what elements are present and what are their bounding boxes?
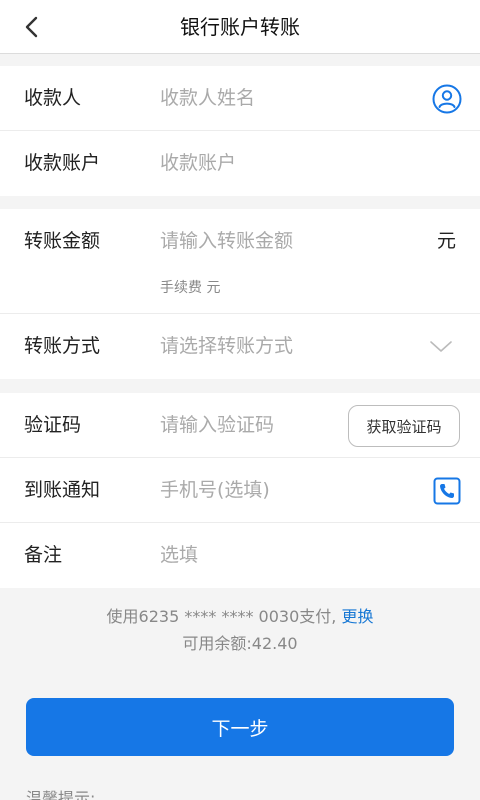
method-label: 转账方式 — [24, 335, 101, 357]
change-card-link[interactable]: 更换 — [341, 607, 373, 626]
page-title: 银行账户转账 — [180, 15, 300, 39]
verify-group: 验证码 获取验证码 到账通知 备注 — [0, 393, 480, 588]
method-select[interactable] — [160, 330, 410, 362]
payee-group: 收款人 收款账户 — [0, 66, 480, 196]
next-step-button[interactable]: 下一步 — [26, 698, 454, 756]
account-input[interactable] — [160, 147, 410, 179]
amount-input[interactable] — [160, 225, 410, 257]
phone-contact-button[interactable] — [432, 476, 462, 506]
account-label: 收款账户 — [24, 152, 101, 174]
remark-row: 备注 — [0, 523, 480, 588]
amount-group: 转账金额 元 手续费 元 转账方式 — [0, 209, 480, 379]
method-dropdown[interactable] — [426, 332, 456, 362]
notify-label: 到账通知 — [24, 479, 101, 501]
contact-button[interactable] — [432, 84, 462, 114]
amount-label: 转账金额 — [24, 230, 101, 252]
code-row: 验证码 获取验证码 — [0, 393, 480, 458]
phone-input[interactable] — [160, 474, 410, 506]
payment-card-line: 使用6235 **** **** 0030支付, 更换 — [0, 603, 480, 627]
amount-row: 转账金额 元 手续费 元 — [0, 209, 480, 314]
contact-person-icon — [432, 84, 462, 114]
payee-name-input[interactable] — [160, 82, 410, 114]
get-code-button[interactable]: 获取验证码 — [348, 405, 460, 447]
tips-title: 温馨提示: — [26, 789, 96, 800]
remark-input[interactable] — [160, 539, 410, 571]
notify-row: 到账通知 — [0, 458, 480, 523]
chevron-down-icon — [430, 341, 452, 352]
nav-bar: 银行账户转账 — [0, 0, 480, 54]
payee-label: 收款人 — [24, 87, 82, 109]
remark-label: 备注 — [24, 544, 63, 566]
payee-row: 收款人 — [0, 66, 480, 131]
available-balance: 可用余额:42.40 — [182, 634, 298, 653]
code-input[interactable] — [160, 409, 330, 441]
account-row: 收款账户 — [0, 131, 480, 196]
fee-text: 手续费 元 — [160, 280, 221, 296]
payment-card-text: 使用6235 **** **** 0030支付, — [106, 607, 337, 626]
phone-icon — [433, 477, 461, 505]
code-label: 验证码 — [24, 414, 82, 436]
method-row[interactable]: 转账方式 — [0, 314, 480, 379]
currency-unit: 元 — [436, 230, 456, 252]
